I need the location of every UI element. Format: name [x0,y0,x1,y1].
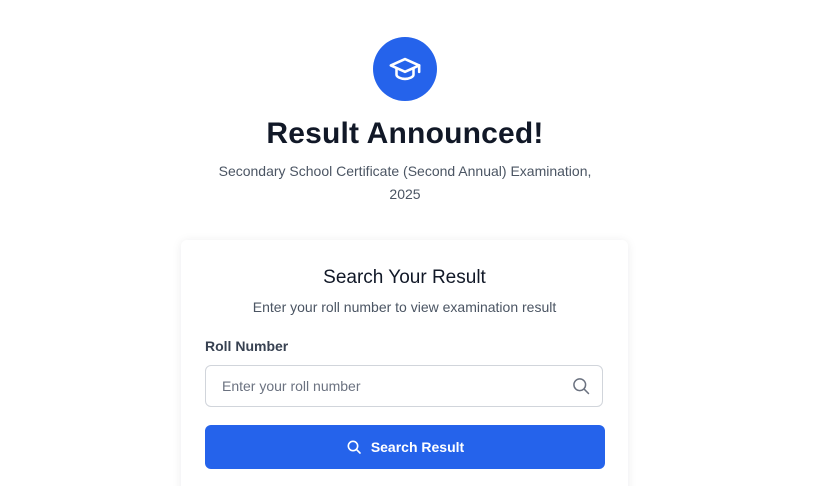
roll-number-input[interactable] [206,366,566,405]
search-icon [346,439,362,455]
search-card: Search Your Result Enter your roll numbe… [181,240,628,486]
logo-badge [373,37,437,101]
search-result-button-label: Search Result [370,439,465,455]
card-title: Search Your Result [323,267,486,288]
card-description: Enter your roll number to view examinati… [252,299,557,315]
search-icon [573,378,590,395]
search-result-button[interactable]: Search Result [205,425,605,469]
roll-number-field [205,365,603,407]
exam-subtitle: Secondary School Certificate (Second Ann… [218,163,592,202]
roll-number-label: Roll Number [205,338,289,354]
page-title: Result Announced! [266,117,544,150]
result-page: Result Announced! Secondary School Certi… [0,0,825,486]
graduation-cap-icon [389,57,421,81]
